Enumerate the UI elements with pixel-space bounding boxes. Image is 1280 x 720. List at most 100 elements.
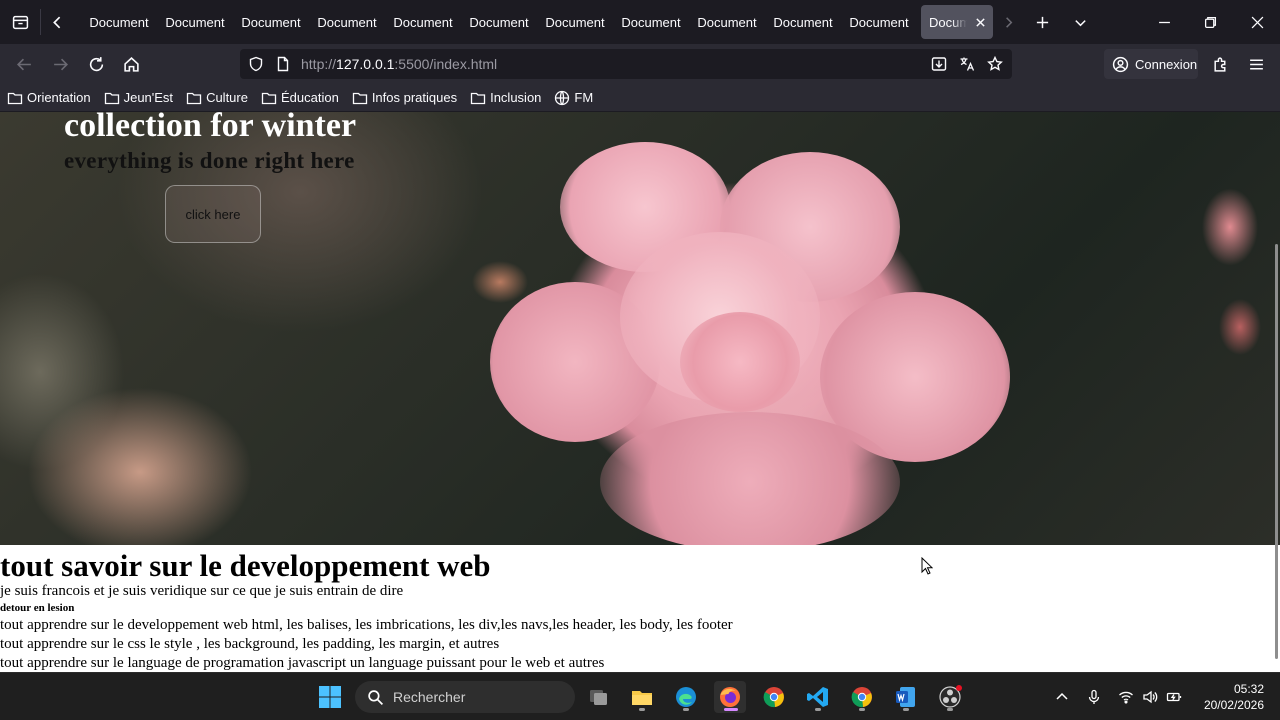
tab[interactable]: Document <box>157 5 233 39</box>
battery-tray[interactable] <box>1164 687 1184 707</box>
article-intro: je suis francois et je suis veridique su… <box>0 583 404 599</box>
bookmark-education[interactable]: Éducation <box>261 90 339 106</box>
bookmark-culture[interactable]: Culture <box>186 90 248 106</box>
bookmark-infos-pratiques[interactable]: Infos pratiques <box>352 90 457 106</box>
bookmark-label: Orientation <box>27 90 91 105</box>
menu-button[interactable] <box>1240 48 1272 80</box>
active-tab-label: Document <box>929 14 967 30</box>
scroll-tabs-left-button[interactable] <box>41 0 73 44</box>
hero-cta-button[interactable]: click here <box>165 185 261 243</box>
obs-app[interactable] <box>934 681 966 713</box>
bookmark-label: Jeun'Est <box>123 90 174 105</box>
bookmark-jeunest[interactable]: Jeun'Est <box>104 90 173 106</box>
bookmarks-toolbar: Orientation Jeun'Est Culture Éducation I… <box>0 84 1280 112</box>
reload-icon <box>89 56 103 71</box>
running-indicator <box>639 708 645 711</box>
wifi-tray[interactable] <box>1116 687 1136 707</box>
minimize-icon <box>1158 21 1170 23</box>
close-icon <box>975 17 985 27</box>
bookmark-label: Éducation <box>280 90 339 105</box>
search-icon <box>368 689 384 705</box>
tab[interactable]: Document <box>461 5 537 39</box>
volume-tray[interactable] <box>1140 687 1160 707</box>
back-button[interactable] <box>8 48 40 80</box>
edge-app[interactable] <box>670 681 702 713</box>
tab[interactable]: Document <box>309 5 385 39</box>
list-all-tabs-button[interactable] <box>1061 0 1099 44</box>
address-bar[interactable]: http://127.0.0.1:5500/index.html <box>240 49 1012 79</box>
home-button[interactable] <box>115 48 147 80</box>
bookmark-label: Culture <box>206 90 248 105</box>
url-path: :5500/index.html <box>394 56 498 72</box>
file-explorer-app[interactable] <box>626 681 658 713</box>
bookmark-label: Inclusion <box>490 90 542 105</box>
edge-icon <box>676 687 696 707</box>
mouse-cursor-icon <box>921 557 933 575</box>
tab[interactable]: Document <box>233 5 309 39</box>
close-window-button[interactable] <box>1234 0 1280 44</box>
tab[interactable]: Document <box>537 5 613 39</box>
tab[interactable]: Document <box>841 5 917 39</box>
scroll-tabs-right-button[interactable] <box>993 0 1023 44</box>
running-indicator <box>724 708 738 711</box>
page-icon[interactable] <box>275 56 291 72</box>
hero-banner: collection for winter everything is done… <box>0 112 1280 545</box>
bookmark-star-icon[interactable] <box>987 55 1003 72</box>
running-indicator <box>859 708 865 711</box>
windows-start-icon[interactable] <box>318 685 342 709</box>
system-clock[interactable]: 05:32 20/02/2026 <box>1198 681 1264 713</box>
close-tab-button[interactable] <box>973 15 987 29</box>
url-scheme: http:// <box>301 56 337 72</box>
vscode-app[interactable] <box>802 681 834 713</box>
battery-charging-icon <box>1166 692 1182 702</box>
chrome-app[interactable] <box>758 681 790 713</box>
article-line: tout apprendre sur le language de progra… <box>0 655 605 671</box>
arrow-right-icon <box>53 58 68 70</box>
signin-label: Connexion <box>1135 56 1198 72</box>
speaker-icon <box>1143 690 1158 704</box>
article-line: tout apprendre sur le css le style , les… <box>0 636 500 652</box>
tab[interactable]: Document <box>689 5 765 39</box>
firefox-app[interactable] <box>714 681 746 713</box>
new-tab-button[interactable] <box>1023 0 1061 44</box>
hero-title: collection for winter <box>64 112 357 144</box>
microphone-tray[interactable] <box>1084 687 1104 707</box>
running-indicator <box>947 708 953 711</box>
tab-list: Document Document Document Document Docu… <box>73 0 993 44</box>
windows-taskbar: Rechercher 05:32 20/02/2026 <box>0 672 1280 720</box>
article-section: tout savoir sur le developpement web je … <box>0 545 1276 672</box>
chrome-app-2[interactable] <box>846 681 878 713</box>
folder-icon <box>632 691 652 705</box>
translate-icon[interactable] <box>959 56 975 72</box>
restore-button[interactable] <box>1187 0 1233 44</box>
restore-icon <box>1204 16 1216 28</box>
tab[interactable]: Document <box>385 5 461 39</box>
clock-date: 20/02/2026 <box>1203 698 1264 712</box>
globe-icon <box>555 90 570 105</box>
extensions-icon <box>1213 56 1225 72</box>
forward-button[interactable] <box>44 48 76 80</box>
shield-icon[interactable] <box>248 56 264 72</box>
save-to-pocket-icon[interactable] <box>931 56 947 72</box>
bookmark-orientation[interactable]: Orientation <box>7 90 91 106</box>
signin-button[interactable]: Connexion <box>1104 49 1198 79</box>
show-hidden-icons-button[interactable] <box>1052 687 1072 707</box>
taskbar-search[interactable]: Rechercher <box>355 681 575 713</box>
reload-button[interactable] <box>80 48 112 80</box>
microphone-icon <box>1088 689 1100 704</box>
tab[interactable]: Document <box>765 5 841 39</box>
bookmark-fm[interactable]: FM <box>554 90 593 106</box>
bookmark-inclusion[interactable]: Inclusion <box>470 90 541 106</box>
task-view-app[interactable] <box>583 681 615 713</box>
minimize-button[interactable] <box>1141 0 1187 44</box>
extensions-button[interactable] <box>1204 48 1236 80</box>
active-tab[interactable]: Document <box>921 5 993 39</box>
tab[interactable]: Document <box>613 5 689 39</box>
firefox-view-button[interactable] <box>0 0 40 44</box>
word-app[interactable] <box>890 681 922 713</box>
tab[interactable]: Document <box>81 5 157 39</box>
url-text[interactable]: http://127.0.0.1:5500/index.html <box>301 56 497 72</box>
page-scrollbar[interactable] <box>1275 244 1278 659</box>
vscode-icon <box>807 687 828 707</box>
search-placeholder: Rechercher <box>393 689 466 705</box>
